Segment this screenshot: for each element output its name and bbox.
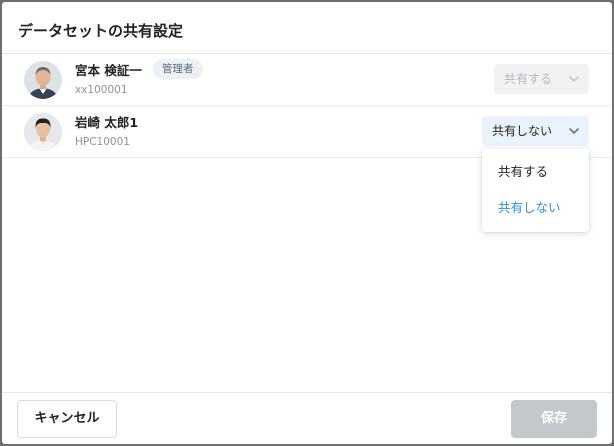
chevron-down-icon: [569, 76, 579, 82]
share-select-disabled: 共有する: [494, 64, 589, 94]
share-select-value: 共有する: [504, 72, 553, 86]
save-button[interactable]: 保存: [511, 400, 597, 438]
user-id: xx100001: [75, 84, 128, 96]
share-select[interactable]: 共有しない: [482, 116, 589, 146]
user-avatar: [24, 61, 62, 99]
footer-divider: [2, 392, 612, 393]
cancel-button[interactable]: キャンセル: [17, 400, 117, 438]
avatar-icon: [24, 61, 62, 99]
user-id: HPC10001: [75, 136, 130, 148]
dialog-title: データセットの共有設定: [18, 22, 184, 40]
user-row: 宮本 検証一 管理者 xx100001 共有する: [2, 54, 612, 106]
menu-option-share[interactable]: 共有する: [482, 154, 589, 190]
share-select-value: 共有しない: [492, 124, 553, 138]
admin-badge: 管理者: [153, 59, 203, 79]
chevron-down-icon: [569, 128, 579, 134]
menu-option-no-share[interactable]: 共有しない: [482, 190, 589, 226]
user-name: 宮本 検証一: [75, 63, 142, 78]
avatar-icon: [24, 113, 62, 151]
user-name: 岩崎 太郎1: [75, 115, 139, 130]
share-dropdown-menu: 共有する 共有しない: [482, 148, 589, 232]
user-avatar: [24, 113, 62, 151]
share-settings-dialog: データセットの共有設定 宮本 検証一 管理者 xx100001 共有する 岩崎 …: [2, 2, 612, 444]
